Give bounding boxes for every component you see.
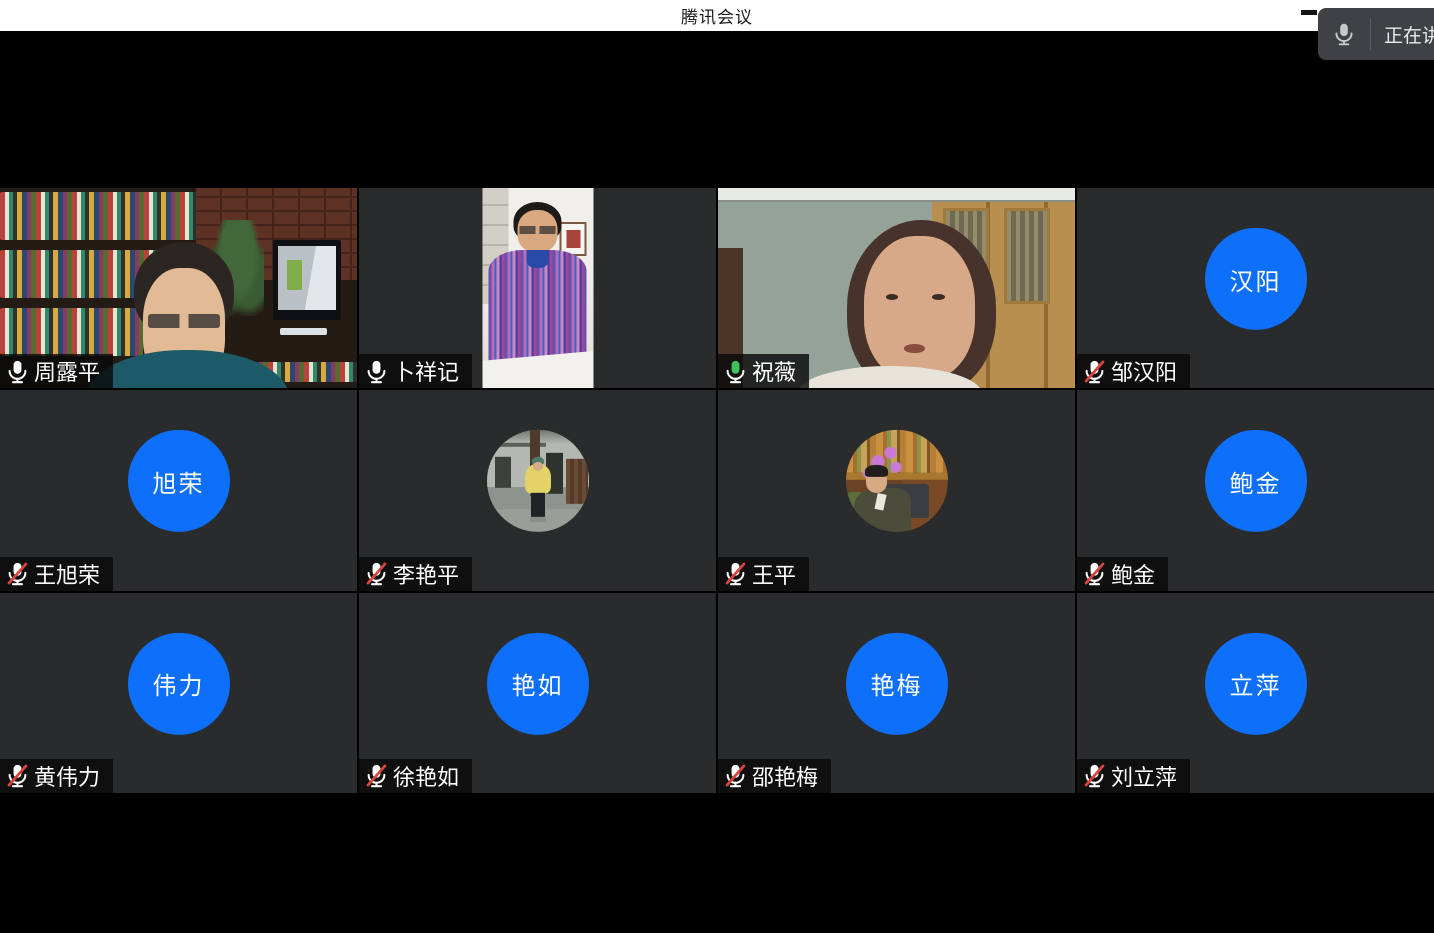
participant-name: 王平	[752, 558, 796, 590]
participant-tile-3[interactable]: 祝薇	[718, 188, 1075, 388]
mic-muted-icon	[1081, 358, 1108, 385]
participant-initials-avatar: 鲍金	[1205, 430, 1307, 532]
participant-name: 鲍金	[1111, 558, 1155, 590]
participant-tile-11[interactable]: 艳梅 邵艳梅	[718, 593, 1075, 793]
participant-initials-avatar: 艳梅	[846, 633, 948, 735]
book-row	[0, 192, 203, 240]
popup-divider	[1370, 18, 1371, 50]
participant-photo-avatar	[487, 430, 589, 532]
participant-tile-7[interactable]: 王平	[718, 390, 1075, 590]
mic-on-icon	[363, 358, 390, 385]
indoor-photo	[846, 430, 948, 532]
participant-name-label: 鲍金	[1077, 557, 1168, 591]
fence	[566, 459, 588, 504]
person-face	[533, 462, 543, 471]
participant-name-label: 邵艳梅	[718, 759, 831, 793]
participant-tile-6[interactable]: 李艳平	[359, 390, 716, 590]
window-title: 腾讯会议	[681, 3, 753, 28]
picture-art	[566, 230, 580, 248]
participant-tile-9[interactable]: 伟力 黄伟力	[0, 593, 357, 793]
shirt-collar	[526, 250, 548, 268]
glasses	[520, 226, 556, 234]
participant-name: 邵艳梅	[752, 760, 818, 792]
participant-tile-5[interactable]: 旭荣 王旭荣	[0, 390, 357, 590]
person-hair	[865, 465, 888, 477]
mic-muted-icon	[1081, 762, 1108, 789]
participant-tile-12[interactable]: 立萍 刘立萍	[1077, 593, 1434, 793]
participant-name: 邹汉阳	[1111, 355, 1177, 387]
microphone-icon	[1331, 21, 1357, 47]
participant-name-label: 卜祥记	[359, 354, 472, 388]
participant-name-label: 邹汉阳	[1077, 354, 1190, 388]
outdoor-photo	[487, 430, 589, 532]
mic-muted-icon	[722, 762, 749, 789]
participant-name-label: 李艳平	[359, 557, 472, 591]
participant-tile-2[interactable]: 卜祥记	[359, 188, 716, 388]
window-control-dash	[1301, 10, 1317, 15]
participant-name-label: 刘立萍	[1077, 759, 1190, 793]
mic-muted-icon	[4, 762, 31, 789]
book-row	[0, 308, 143, 356]
participant-name-label: 黄伟力	[0, 759, 113, 793]
participant-name: 卜祥记	[393, 355, 459, 387]
portrait-video	[482, 188, 593, 388]
mic-muted-icon	[1081, 560, 1108, 587]
participant-grid: 周露平 卜祥记 祝薇 汉阳 邹汉阳	[0, 188, 1434, 793]
participant-name-label: 王旭荣	[0, 557, 113, 591]
participant-name: 李艳平	[393, 558, 459, 590]
shelf-board	[846, 473, 948, 480]
mic-muted-icon	[722, 560, 749, 587]
participant-face	[864, 236, 975, 380]
purple-flower	[883, 447, 897, 459]
shoes	[530, 517, 545, 522]
participant-name: 刘立萍	[1111, 760, 1177, 792]
speaking-indicator-label: 正在讲	[1384, 21, 1434, 48]
participant-tile-10[interactable]: 艳如 徐艳如	[359, 593, 716, 793]
window	[495, 457, 511, 488]
participant-name: 祝薇	[752, 355, 796, 387]
participant-initials-avatar: 立萍	[1205, 633, 1307, 735]
participant-initials-avatar: 旭荣	[128, 430, 230, 532]
mic-on-icon	[4, 358, 31, 385]
mic-muted-icon	[363, 560, 390, 587]
participant-initials-avatar: 艳如	[487, 633, 589, 735]
participant-name-label: 祝薇	[718, 354, 809, 388]
poster	[287, 260, 301, 290]
participant-tile-4[interactable]: 汉阳 邹汉阳	[1077, 188, 1434, 388]
participant-name-label: 周露平	[0, 354, 113, 388]
participant-name: 王旭荣	[34, 558, 100, 590]
eye	[932, 294, 944, 300]
mic-speaking-icon	[722, 358, 749, 385]
ceiling	[718, 188, 1075, 202]
participant-name: 周露平	[34, 355, 100, 387]
purple-flower	[889, 462, 902, 473]
cabinet-glass-door	[1004, 208, 1050, 304]
participant-name: 黄伟力	[34, 760, 100, 792]
participant-tile-1[interactable]: 周露平	[0, 188, 357, 388]
glasses	[148, 314, 219, 328]
keyboard	[280, 328, 326, 335]
mic-muted-icon	[4, 560, 31, 587]
speaking-indicator-popup[interactable]: 正在讲	[1318, 8, 1434, 60]
participant-name-label: 徐艳如	[359, 759, 472, 793]
participant-tile-8[interactable]: 鲍金 鲍金	[1077, 390, 1434, 590]
participant-initials-avatar: 伟力	[128, 633, 230, 735]
participant-name-label: 王平	[718, 557, 809, 591]
pants	[531, 493, 544, 520]
participant-initials-avatar: 汉阳	[1205, 228, 1307, 330]
window-titlebar[interactable]: 腾讯会议	[0, 0, 1434, 31]
mic-muted-icon	[363, 762, 390, 789]
participant-name: 徐艳如	[393, 760, 459, 792]
participant-photo-avatar	[846, 430, 948, 532]
